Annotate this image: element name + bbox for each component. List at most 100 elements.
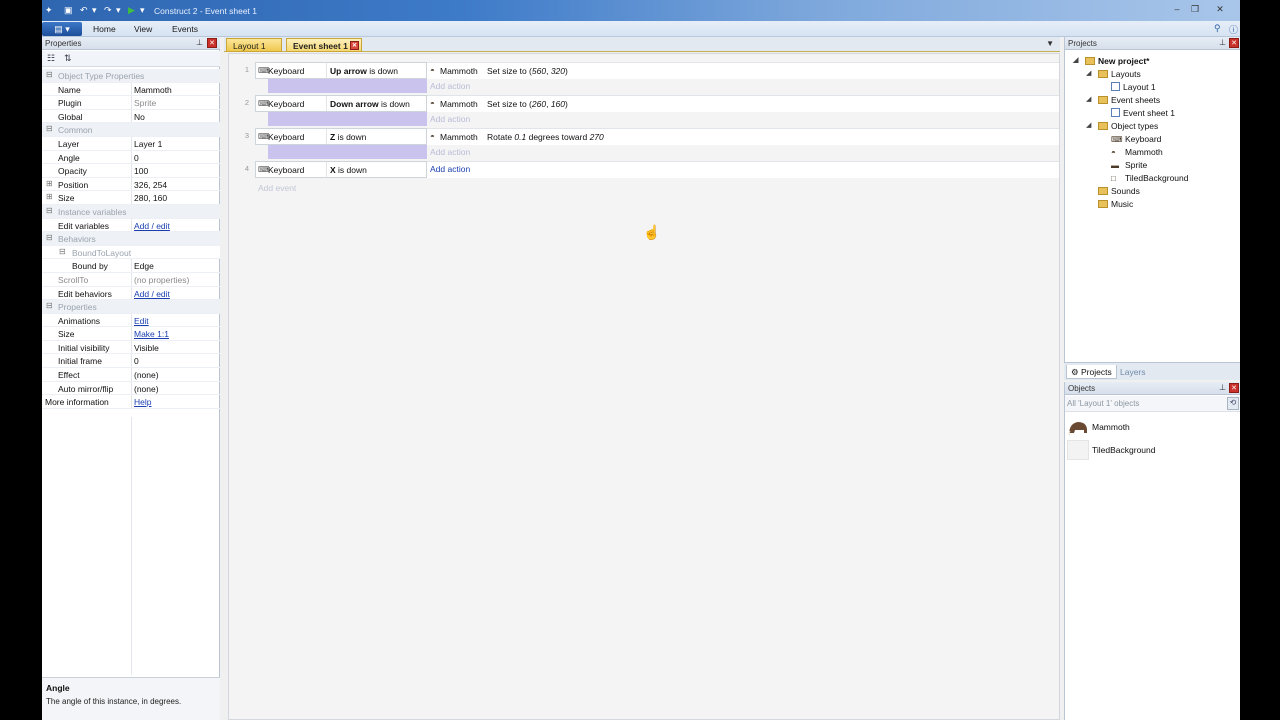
property-category[interactable]: ⊟ Instance variables — [42, 204, 220, 219]
event-condition[interactable]: ⌨ Keyboard X is down — [255, 161, 427, 178]
tab-layers[interactable]: Layers — [1116, 365, 1150, 379]
close-panel-icon[interactable]: ✕ — [207, 38, 217, 48]
property-row[interactable]: Plugin Sprite — [42, 96, 220, 110]
undo-icon[interactable]: ↶ — [80, 5, 88, 16]
app-menu-button[interactable]: ▤ ▾ — [42, 22, 82, 36]
collapse-icon[interactable]: ◢ — [1086, 95, 1091, 103]
tree-event-sheets[interactable]: ◢ Event sheets — [1086, 95, 1160, 105]
collapse-icon[interactable]: ⊟ — [46, 233, 53, 242]
expand-icon[interactable]: ⊞ — [46, 192, 53, 201]
property-row[interactable]: Initial frame 0 — [42, 354, 220, 369]
close-panel-icon[interactable]: ✕ — [1229, 38, 1239, 48]
tree-music[interactable]: Music — [1098, 199, 1133, 209]
tree-type-tiledbackground[interactable]: □ TiledBackground — [1111, 173, 1188, 183]
condition-padding[interactable] — [268, 79, 427, 93]
collapse-icon[interactable]: ◢ — [1073, 56, 1078, 64]
minimize-icon[interactable]: – — [1169, 3, 1185, 15]
pin-ribbon-icon[interactable]: ⚲ — [1214, 23, 1221, 34]
tree-sounds[interactable]: Sounds — [1098, 186, 1140, 196]
property-link[interactable]: Help — [134, 397, 151, 407]
close-panel-icon[interactable]: ✕ — [1229, 383, 1239, 393]
property-row[interactable]: Name Mammoth — [42, 82, 220, 97]
event-action[interactable]: ◓ Mammoth Rotate 0.1 degrees toward 270 — [427, 128, 1059, 145]
close-window-icon[interactable]: ✕ — [1212, 3, 1228, 15]
property-row[interactable]: Angle 0 — [42, 150, 220, 165]
undo-dropdown-icon[interactable]: ▾ — [92, 5, 97, 16]
property-link[interactable]: Add / edit — [134, 289, 170, 299]
objects-filter[interactable]: All 'Layout 1' objects ⟲ — [1065, 396, 1240, 412]
tree-type-sprite[interactable]: ▬ Sprite — [1111, 160, 1147, 170]
sort-alpha-icon[interactable]: ⇅ — [64, 53, 72, 64]
property-link[interactable]: Edit — [134, 316, 149, 326]
property-row[interactable]: ⊞ Position 326, 254 — [42, 177, 220, 192]
tree-type-keyboard[interactable]: ⌨ Keyboard — [1111, 134, 1161, 144]
redo-dropdown-icon[interactable]: ▾ — [116, 5, 121, 16]
property-row[interactable]: Auto mirror/flip (none) — [42, 381, 220, 396]
save-icon[interactable]: ▣ — [64, 5, 73, 16]
pin-icon[interactable]: ⊥ — [1219, 383, 1226, 392]
event-action-empty[interactable] — [427, 161, 1059, 178]
property-category[interactable]: ⊟ BoundToLayout — [42, 245, 220, 260]
collapse-icon[interactable]: ⊟ — [46, 124, 53, 133]
collapse-icon[interactable]: ⊟ — [59, 247, 66, 256]
event-action[interactable]: ◓ Mammoth Set size to (560, 320) — [427, 62, 1059, 79]
property-row[interactable]: Global No — [42, 109, 220, 124]
close-tab-icon[interactable]: ✕ — [350, 41, 359, 50]
property-link[interactable]: Make 1:1 — [134, 329, 169, 339]
property-row[interactable]: More information Help — [42, 395, 220, 409]
redo-icon[interactable]: ↷ — [104, 5, 112, 16]
property-row[interactable]: Layer Layer 1 — [42, 136, 220, 151]
tab-layout-1[interactable]: Layout 1 — [226, 38, 282, 52]
tree-type-mammoth[interactable]: ◓ Mammoth — [1111, 147, 1163, 157]
collapse-icon[interactable]: ⊟ — [46, 70, 53, 79]
menu-events[interactable]: Events — [172, 24, 198, 34]
property-row[interactable]: Initial visibility Visible — [42, 340, 220, 355]
property-row[interactable]: Opacity 100 — [42, 164, 220, 178]
tree-object-types[interactable]: ◢ Object types — [1086, 121, 1158, 131]
tab-list-dropdown-icon[interactable]: ▼ — [1046, 39, 1054, 48]
property-category[interactable]: ⊟ Properties — [42, 300, 220, 314]
menu-home[interactable]: Home — [93, 24, 116, 34]
add-action-link[interactable]: Add action — [430, 81, 470, 91]
tree-project[interactable]: ◢ New project* — [1073, 56, 1150, 66]
pin-icon[interactable]: ⊥ — [196, 38, 203, 47]
property-row[interactable]: ScrollTo (no properties) — [42, 272, 220, 287]
info-icon[interactable]: ⓘ — [1229, 23, 1238, 36]
collapse-icon[interactable]: ⊟ — [46, 206, 53, 215]
add-action-link[interactable]: Add action — [430, 147, 470, 157]
property-category[interactable]: ⊟ Behaviors — [42, 232, 220, 246]
tree-layouts[interactable]: ◢ Layouts — [1086, 69, 1141, 79]
add-event-link[interactable]: Add event — [258, 183, 296, 193]
property-row[interactable]: Animations Edit — [42, 313, 220, 328]
collapse-icon[interactable]: ⊟ — [46, 301, 53, 310]
maximize-icon[interactable]: ❐ — [1187, 3, 1203, 15]
property-row[interactable]: Effect (none) — [42, 368, 220, 382]
property-link[interactable]: Add / edit — [134, 221, 170, 231]
property-row[interactable]: Edit behaviors Add / edit — [42, 286, 220, 301]
menu-view[interactable]: View — [134, 24, 152, 34]
collapse-icon[interactable]: ◢ — [1086, 121, 1091, 129]
qat-customize-icon[interactable]: ▾ — [140, 5, 145, 16]
tree-layout-1[interactable]: Layout 1 — [1111, 82, 1156, 92]
event-condition[interactable]: ⌨ Keyboard Up arrow is down — [255, 62, 427, 79]
property-row[interactable]: Size Make 1:1 — [42, 327, 220, 341]
property-category[interactable]: ⊟ Common — [42, 123, 220, 137]
pin-icon[interactable]: ⊥ — [1219, 38, 1226, 47]
tab-event-sheet-1[interactable]: Event sheet 1 ✕ — [286, 38, 362, 52]
tab-projects[interactable]: ⚙ Projects — [1066, 365, 1117, 379]
add-action-link[interactable]: Add action — [430, 114, 470, 124]
tree-event-sheet-1[interactable]: Event sheet 1 — [1111, 108, 1175, 118]
add-action-link[interactable]: Add action — [430, 164, 470, 174]
property-category[interactable]: ⊟ Object Type Properties — [42, 69, 220, 83]
expand-icon[interactable]: ⊞ — [46, 179, 53, 188]
filter-back-icon[interactable]: ⟲ — [1227, 397, 1239, 410]
condition-padding[interactable] — [268, 112, 427, 126]
run-icon[interactable]: ▶ — [128, 5, 135, 16]
event-action[interactable]: ◓ Mammoth Set size to (260, 160) — [427, 95, 1059, 112]
property-row[interactable]: ⊞ Size 280, 160 — [42, 191, 220, 205]
event-condition[interactable]: ⌨ Keyboard Down arrow is down — [255, 95, 427, 112]
property-row[interactable]: Edit variables Add / edit — [42, 218, 220, 233]
categorized-icon[interactable]: ☷ — [47, 53, 55, 64]
collapse-icon[interactable]: ◢ — [1086, 69, 1091, 77]
condition-padding[interactable] — [268, 145, 427, 159]
